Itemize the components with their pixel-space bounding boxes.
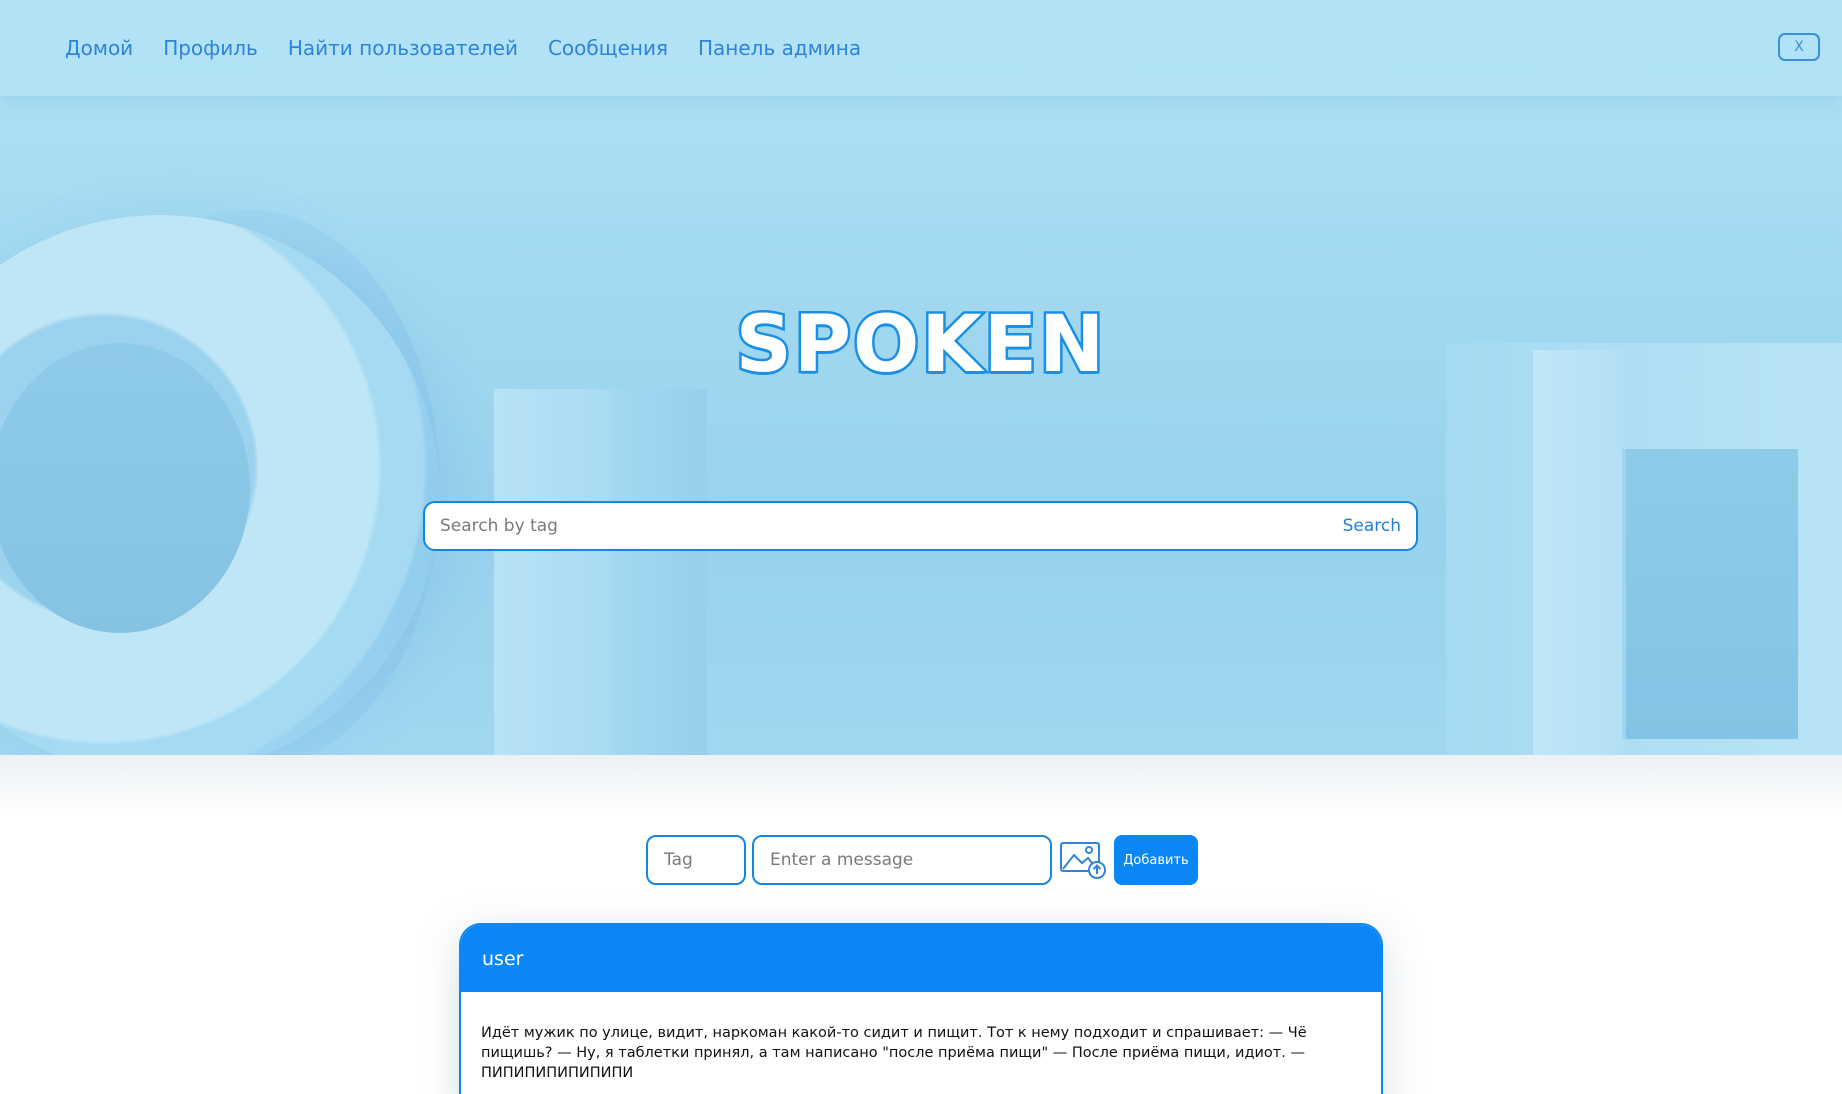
decorative-block-hole (1622, 449, 1798, 739)
post-card: user Идёт мужик по улице, видит, наркома… (459, 923, 1383, 1094)
nav-link-messages[interactable]: Сообщения (548, 36, 668, 60)
tag-input[interactable] (646, 835, 746, 885)
image-upload-icon[interactable] (1058, 838, 1108, 882)
post-text: Идёт мужик по улице, видит, наркоман как… (481, 1025, 1307, 1081)
nav-link-find-users[interactable]: Найти пользователей (288, 36, 518, 60)
tag-search-input[interactable] (440, 516, 1343, 536)
add-post-button[interactable]: Добавить (1114, 835, 1198, 885)
search-button[interactable]: Search (1343, 516, 1401, 536)
post-composer: Добавить (646, 835, 1198, 885)
tag-search-bar: Search (423, 501, 1418, 551)
decorative-block-edge (1533, 350, 1623, 755)
post-author[interactable]: user (461, 925, 1381, 992)
message-input[interactable] (752, 835, 1052, 885)
section-divider-shadow (0, 755, 1842, 815)
close-button[interactable]: X (1778, 33, 1820, 61)
site-logo: SPOKEN (733, 298, 1107, 393)
nav-link-admin-panel[interactable]: Панель админа (698, 36, 861, 60)
top-navbar: Домой Профиль Найти пользователей Сообще… (0, 0, 1842, 96)
nav-link-home[interactable]: Домой (65, 36, 133, 60)
decorative-pillar-side (612, 389, 707, 755)
nav-link-profile[interactable]: Профиль (163, 36, 258, 60)
decorative-pillar (494, 389, 614, 755)
